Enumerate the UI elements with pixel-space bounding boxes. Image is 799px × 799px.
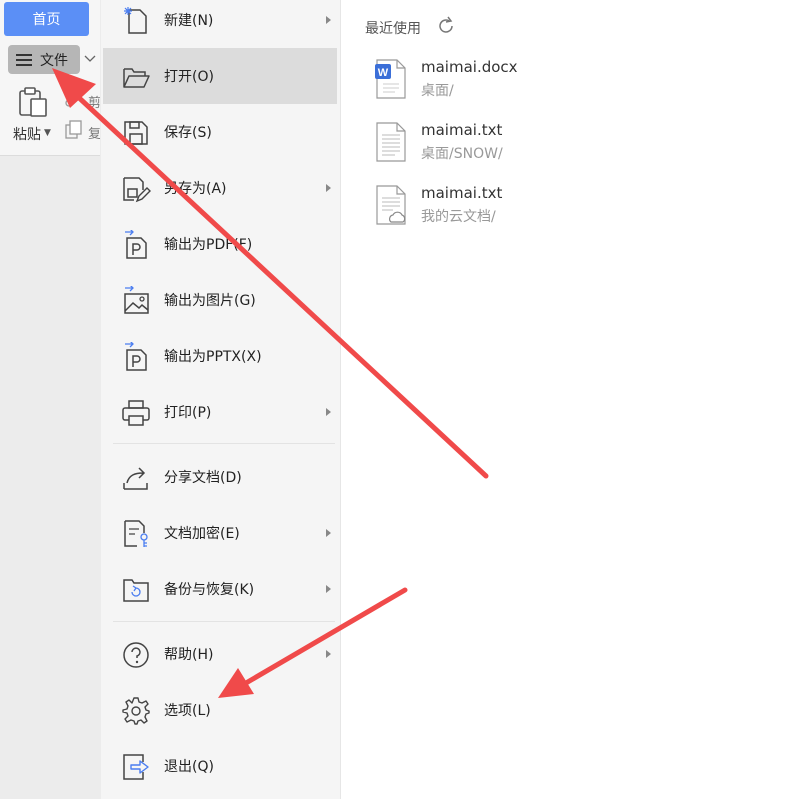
recent-file-name: maimai.txt — [421, 121, 503, 139]
new-document-icon — [124, 7, 147, 34]
menu-item-label: 选项(L) — [164, 703, 211, 719]
submenu-arrow-icon — [326, 585, 331, 593]
submenu-arrow-icon — [326, 408, 331, 416]
cut-label[interactable]: 剪 — [88, 92, 100, 111]
menu-item-label: 输出为PDF(F) — [164, 237, 253, 253]
recent-file-name: maimai.txt — [421, 184, 503, 202]
submenu-arrow-icon — [326, 650, 331, 658]
recent-file-item[interactable]: maimai.txt 我的云文档/ — [369, 184, 769, 234]
copy-label[interactable]: 复 — [88, 123, 100, 142]
menu-item-label: 另存为(A) — [164, 181, 227, 197]
exit-icon — [123, 754, 149, 780]
menu-item-print[interactable]: 打印(P) — [103, 384, 337, 440]
menu-separator — [113, 621, 335, 622]
app-left-strip: 首页 文件 粘贴 ▼ 剪 复 — [0, 0, 100, 799]
text-file-icon — [376, 122, 406, 162]
menu-item-new[interactable]: 新建(N) — [103, 0, 337, 48]
menu-item-export-pptx[interactable]: 输出为PPTX(X) — [103, 328, 337, 384]
word-document-icon: W — [375, 59, 406, 99]
menu-item-label: 文档加密(E) — [164, 526, 240, 542]
recent-file-path: 桌面/SNOW/ — [421, 146, 503, 162]
backup-restore-icon — [123, 579, 149, 602]
menu-item-label: 帮助(H) — [164, 647, 214, 663]
menu-item-open[interactable]: 打开(O) — [103, 48, 337, 104]
help-icon — [123, 642, 149, 668]
menu-item-label: 新建(N) — [164, 13, 214, 29]
menu-item-export-pdf[interactable]: 输出为PDF(F) — [103, 216, 337, 272]
menu-item-label: 打开(O) — [164, 69, 214, 85]
svg-text:W: W — [378, 67, 389, 79]
refresh-icon[interactable] — [436, 16, 456, 36]
save-as-icon — [123, 177, 151, 203]
menu-item-help[interactable]: 帮助(H) — [103, 626, 337, 682]
recent-files-title: 最近使用 — [365, 21, 421, 37]
tab-home[interactable]: 首页 — [4, 2, 89, 36]
export-image-icon — [124, 286, 149, 314]
cut-icon[interactable] — [64, 88, 84, 108]
recent-file-name: maimai.docx — [421, 58, 518, 76]
file-menu-button[interactable]: 文件 — [8, 45, 80, 74]
file-menu-panel: 新建(N) 打开(O) 保存(S) 另存为(A) 输出为PDF(F) 输出为图片… — [101, 0, 341, 799]
ribbon-area: 首页 文件 粘贴 ▼ 剪 复 — [0, 0, 100, 156]
submenu-arrow-icon — [326, 184, 331, 192]
recent-file-item[interactable]: W maimai.docx 桌面/ — [369, 58, 769, 108]
menu-item-label: 打印(P) — [164, 405, 212, 421]
cloud-text-file-icon — [376, 185, 406, 225]
menu-separator — [113, 443, 335, 444]
menu-item-label: 输出为图片(G) — [164, 293, 256, 309]
menu-item-encrypt[interactable]: 文档加密(E) — [103, 505, 337, 561]
recent-file-path: 桌面/ — [421, 83, 454, 99]
menu-item-share[interactable]: 分享文档(D) — [103, 449, 337, 505]
menu-item-save[interactable]: 保存(S) — [103, 104, 337, 160]
recent-files-panel: 最近使用 W maimai.docx 桌面/ maimai.txt 桌面/SNO… — [341, 0, 799, 799]
submenu-arrow-icon — [326, 16, 331, 24]
menu-item-label: 输出为PPTX(X) — [164, 349, 262, 365]
share-icon — [123, 467, 148, 490]
save-icon — [124, 121, 148, 145]
menu-item-label: 退出(Q) — [164, 759, 214, 775]
paste-label[interactable]: 粘贴 — [13, 124, 41, 144]
paste-dropdown-icon[interactable]: ▼ — [44, 128, 51, 138]
menu-item-backup[interactable]: 备份与恢复(K) — [103, 561, 337, 617]
recent-file-path: 我的云文档/ — [421, 209, 496, 225]
paste-icon[interactable] — [18, 86, 48, 118]
encrypt-document-icon — [124, 520, 148, 547]
menu-item-export-image[interactable]: 输出为图片(G) — [103, 272, 337, 328]
menu-item-exit[interactable]: 退出(Q) — [103, 738, 337, 794]
menu-item-label: 备份与恢复(K) — [164, 582, 255, 598]
export-pptx-icon — [125, 342, 147, 371]
file-menu-label: 文件 — [40, 52, 68, 69]
hamburger-icon — [16, 53, 32, 66]
submenu-arrow-icon — [326, 529, 331, 537]
menu-item-label: 分享文档(D) — [164, 470, 242, 486]
menu-item-save-as[interactable]: 另存为(A) — [103, 160, 337, 216]
chevron-down-icon[interactable] — [84, 52, 96, 64]
menu-item-options[interactable]: 选项(L) — [103, 682, 337, 738]
printer-icon — [122, 400, 150, 426]
copy-icon[interactable] — [64, 120, 84, 140]
folder-open-icon — [123, 68, 150, 88]
menu-item-label: 保存(S) — [164, 125, 212, 141]
gear-icon — [122, 697, 150, 725]
export-pdf-icon — [125, 230, 147, 259]
recent-file-item[interactable]: maimai.txt 桌面/SNOW/ — [369, 121, 769, 171]
